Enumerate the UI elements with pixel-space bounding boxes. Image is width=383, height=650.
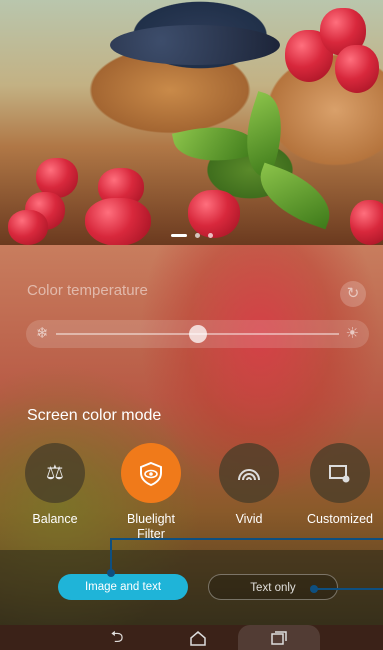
callout-line (314, 588, 383, 590)
blueberries (110, 25, 280, 65)
color-temperature-slider[interactable]: ❄ ☀ (26, 320, 369, 348)
mint-leaf (171, 117, 259, 171)
back-icon[interactable]: ⮌ (101, 628, 133, 648)
navigation-bar: ⮌ (0, 625, 383, 650)
image-and-text-option[interactable]: Image and text (58, 574, 188, 600)
mode-label: Vivid (235, 512, 263, 526)
balance-scale-icon: ⚖ (25, 443, 85, 503)
page-indicator-dot (170, 234, 187, 238)
mint-leaf (250, 162, 340, 230)
rainbow-icon (219, 443, 279, 503)
eye-shield-icon (121, 443, 181, 503)
recent-apps-icon[interactable] (263, 628, 295, 648)
refresh-icon[interactable]: ↻ (340, 281, 366, 307)
home-icon[interactable] (182, 628, 214, 648)
callout-line (110, 538, 383, 540)
page-indicator (0, 227, 383, 245)
page-indicator-dot (207, 233, 213, 239)
mode-label: Balance (32, 512, 78, 526)
mode-vivid[interactable]: Vivid (209, 443, 289, 527)
mode-customized[interactable]: Customized (300, 443, 380, 527)
color-temperature-label: Color temperature (27, 282, 148, 299)
preview-image (0, 0, 383, 245)
page-indicator-dot (194, 233, 200, 239)
mode-label: Customized (307, 512, 373, 526)
callout-dot (107, 569, 115, 577)
callout-line (110, 538, 112, 572)
mode-balance[interactable]: ⚖ Balance (15, 443, 95, 527)
callout-dot (310, 585, 318, 593)
snowflake-icon: ❄ (36, 325, 49, 342)
sun-icon: ☀ (345, 325, 359, 342)
custom-screen-icon (310, 443, 370, 503)
screen-color-mode-label: Screen color mode (27, 407, 162, 424)
raspberry (335, 45, 379, 93)
slider-thumb[interactable] (188, 325, 207, 343)
mode-bluelight-filter[interactable]: Bluelight Filter (111, 443, 191, 542)
text-only-option[interactable]: Text only (208, 574, 338, 600)
